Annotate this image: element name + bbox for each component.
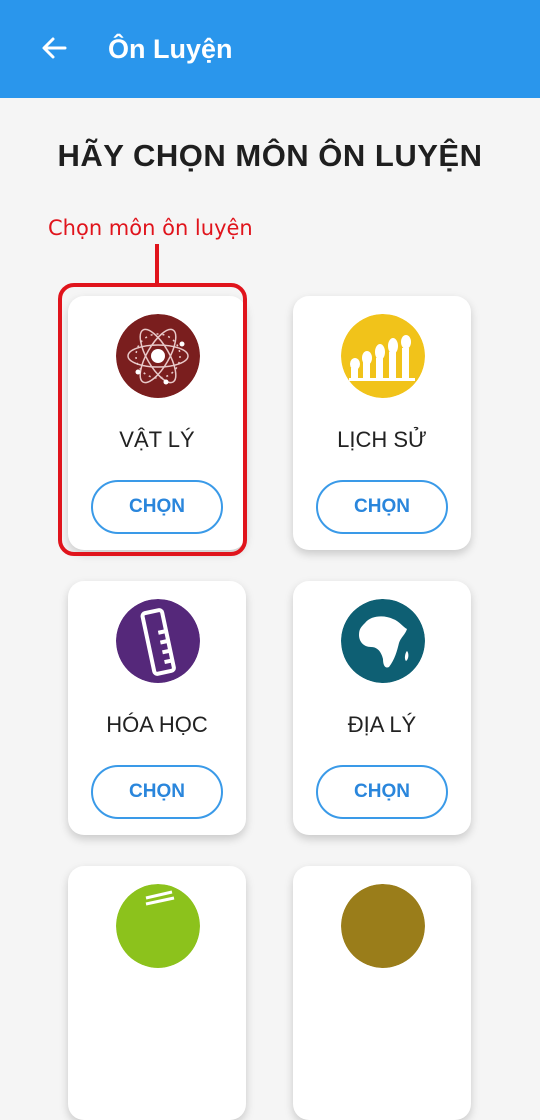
app-bar-title: Ôn Luyện bbox=[108, 34, 233, 64]
green-subject-icon bbox=[116, 884, 200, 968]
choose-button[interactable]: CHỌN bbox=[91, 765, 223, 819]
page-title: HÃY CHỌN MÔN ÔN LUYỆN bbox=[57, 138, 483, 173]
choose-button[interactable]: CHỌN bbox=[91, 480, 223, 534]
atom-icon bbox=[116, 314, 200, 398]
subject-name: VẬT LÝ bbox=[119, 427, 195, 452]
subject-card-dia-ly[interactable]: ĐỊA LÝ CHỌN bbox=[293, 581, 471, 835]
test-tube-icon bbox=[116, 599, 200, 683]
annotation-label: Chọn môn ôn luyện bbox=[48, 216, 253, 240]
subject-name: LỊCH SỬ bbox=[337, 427, 427, 452]
human-evolution-icon bbox=[341, 314, 425, 398]
annotation-connector bbox=[155, 244, 159, 284]
subject-name: HÓA HỌC bbox=[106, 712, 208, 737]
subject-card-6[interactable] bbox=[293, 866, 471, 1120]
back-button[interactable] bbox=[36, 30, 72, 66]
olive-subject-icon bbox=[341, 884, 425, 968]
choose-button[interactable]: CHỌN bbox=[316, 480, 448, 534]
choose-button[interactable]: CHỌN bbox=[316, 765, 448, 819]
arrow-left-icon bbox=[42, 37, 67, 59]
subject-card-hoa-hoc[interactable]: HÓA HỌC CHỌN bbox=[68, 581, 246, 835]
app-bar: Ôn Luyện bbox=[0, 0, 540, 98]
subject-name: ĐỊA LÝ bbox=[347, 712, 417, 737]
subject-card-vat-ly[interactable]: VẬT LÝ CHỌN bbox=[68, 296, 246, 550]
subject-card-5[interactable] bbox=[68, 866, 246, 1120]
subject-card-lich-su[interactable]: LỊCH SỬ CHỌN bbox=[293, 296, 471, 550]
africa-map-icon bbox=[341, 599, 425, 683]
